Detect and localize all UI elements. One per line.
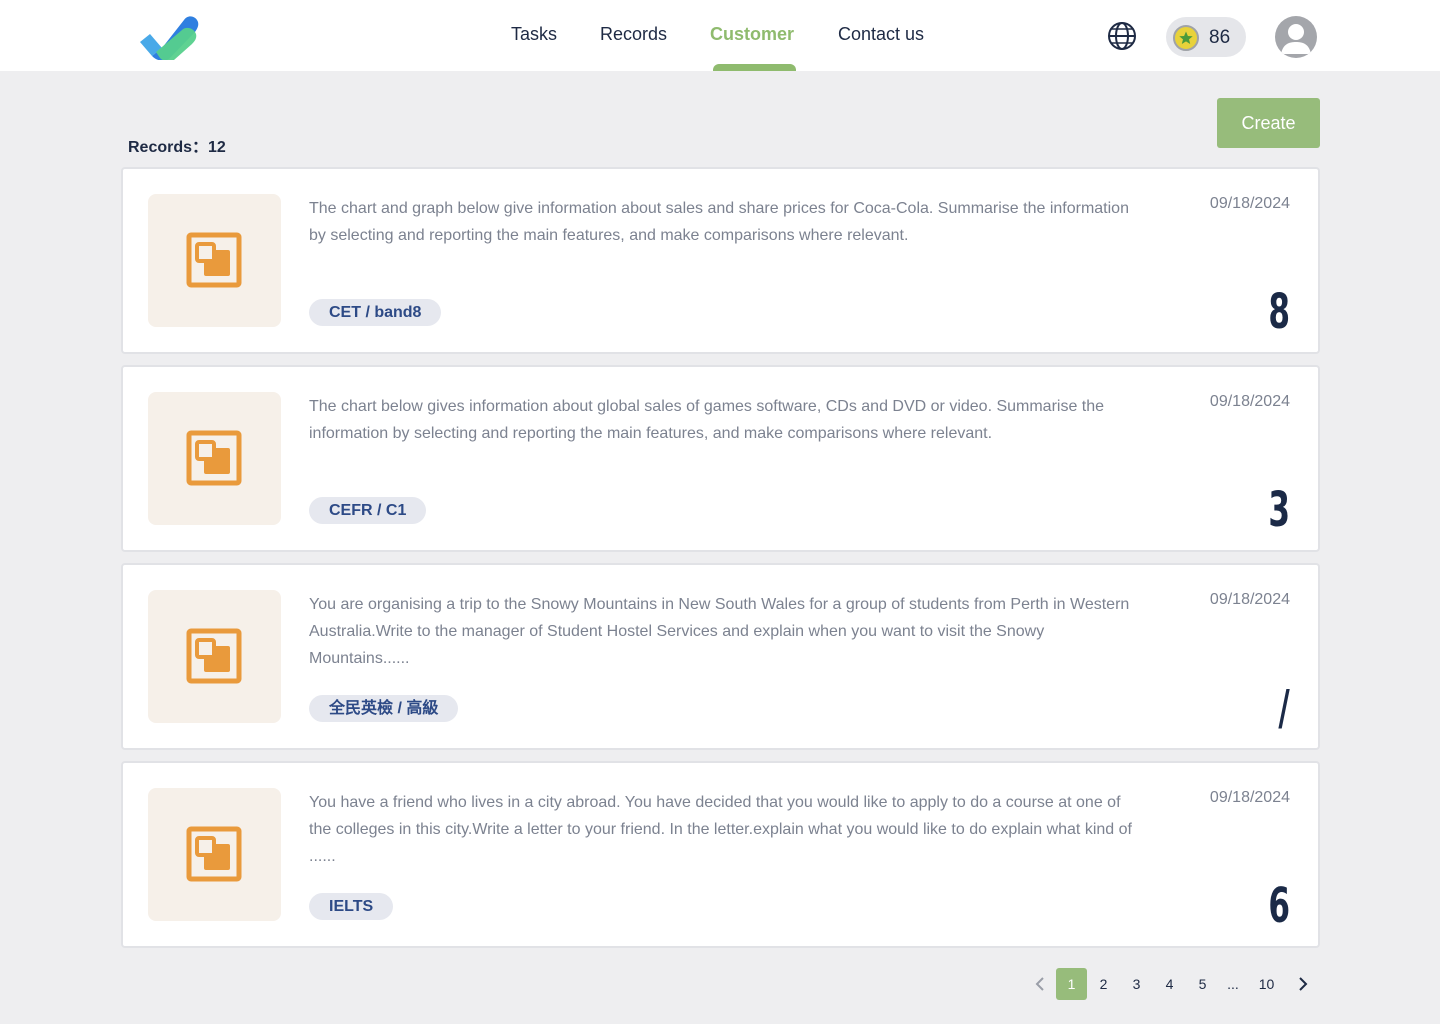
records-count: Records：12 xyxy=(128,139,226,156)
create-button[interactable]: Create xyxy=(1217,98,1320,148)
record-tag: CEFR / C1 xyxy=(309,497,427,524)
image-placeholder-icon xyxy=(186,430,242,486)
chevron-left-icon[interactable] xyxy=(1032,975,1048,993)
top-bar: Tasks Records Customer Contact us 86 xyxy=(0,0,1440,71)
record-description: You have a friend who lives in a city ab… xyxy=(309,794,1132,865)
page-last[interactable]: 10 xyxy=(1251,968,1282,1000)
nav-tasks[interactable]: Tasks xyxy=(511,24,557,45)
page-5[interactable]: 5 xyxy=(1187,968,1218,1000)
record-card[interactable]: You have a friend who lives in a city ab… xyxy=(121,761,1320,948)
nav-contact-us[interactable]: Contact us xyxy=(838,24,924,45)
record-tag: IELTS xyxy=(309,893,394,920)
record-card[interactable]: The chart below gives information about … xyxy=(121,365,1320,552)
record-thumbnail xyxy=(148,788,281,921)
pagination: 1 2 3 4 5 ... 10 xyxy=(0,968,1440,1000)
record-card[interactable]: You are organising a trip to the Snowy M… xyxy=(121,563,1320,750)
record-score: / xyxy=(1278,680,1290,736)
record-score: 6 xyxy=(1268,878,1290,934)
page-1[interactable]: 1 xyxy=(1056,968,1087,1000)
record-description: The chart and graph below give informati… xyxy=(309,200,1129,244)
record-date: 09/18/2024 xyxy=(1209,591,1290,608)
page-2[interactable]: 2 xyxy=(1088,968,1119,1000)
record-thumbnail xyxy=(148,194,281,327)
page-ellipsis: ... xyxy=(1227,976,1239,992)
user-avatar-icon[interactable] xyxy=(1275,16,1317,58)
page-4[interactable]: 4 xyxy=(1154,968,1185,1000)
coin-count: 86 xyxy=(1209,27,1231,48)
nav-records[interactable]: Records xyxy=(600,24,667,45)
record-description: You are organising a trip to the Snowy M… xyxy=(309,596,1130,667)
image-placeholder-icon xyxy=(186,232,242,288)
record-thumbnail xyxy=(148,590,281,723)
record-date: 09/18/2024 xyxy=(1209,393,1290,410)
record-card[interactable]: The chart and graph below give informati… xyxy=(121,167,1320,354)
record-score: 3 xyxy=(1268,482,1290,538)
record-tag: CET / band8 xyxy=(309,299,442,326)
chevron-right-icon[interactable] xyxy=(1295,975,1311,993)
globe-icon[interactable] xyxy=(1106,20,1138,52)
record-date: 09/18/2024 xyxy=(1209,789,1290,806)
page-3[interactable]: 3 xyxy=(1121,968,1152,1000)
record-description: The chart below gives information about … xyxy=(309,398,1105,442)
image-placeholder-icon xyxy=(186,628,242,684)
record-score: 8 xyxy=(1268,284,1290,340)
active-nav-indicator xyxy=(713,64,796,71)
record-thumbnail xyxy=(148,392,281,525)
record-tag: 全民英檢 / 高級 xyxy=(309,695,459,722)
image-placeholder-icon xyxy=(186,826,242,882)
nav-customer[interactable]: Customer xyxy=(710,24,794,45)
coin-star-icon xyxy=(1173,25,1199,51)
coin-balance[interactable]: 86 xyxy=(1166,17,1246,57)
record-date: 09/18/2024 xyxy=(1209,195,1290,212)
